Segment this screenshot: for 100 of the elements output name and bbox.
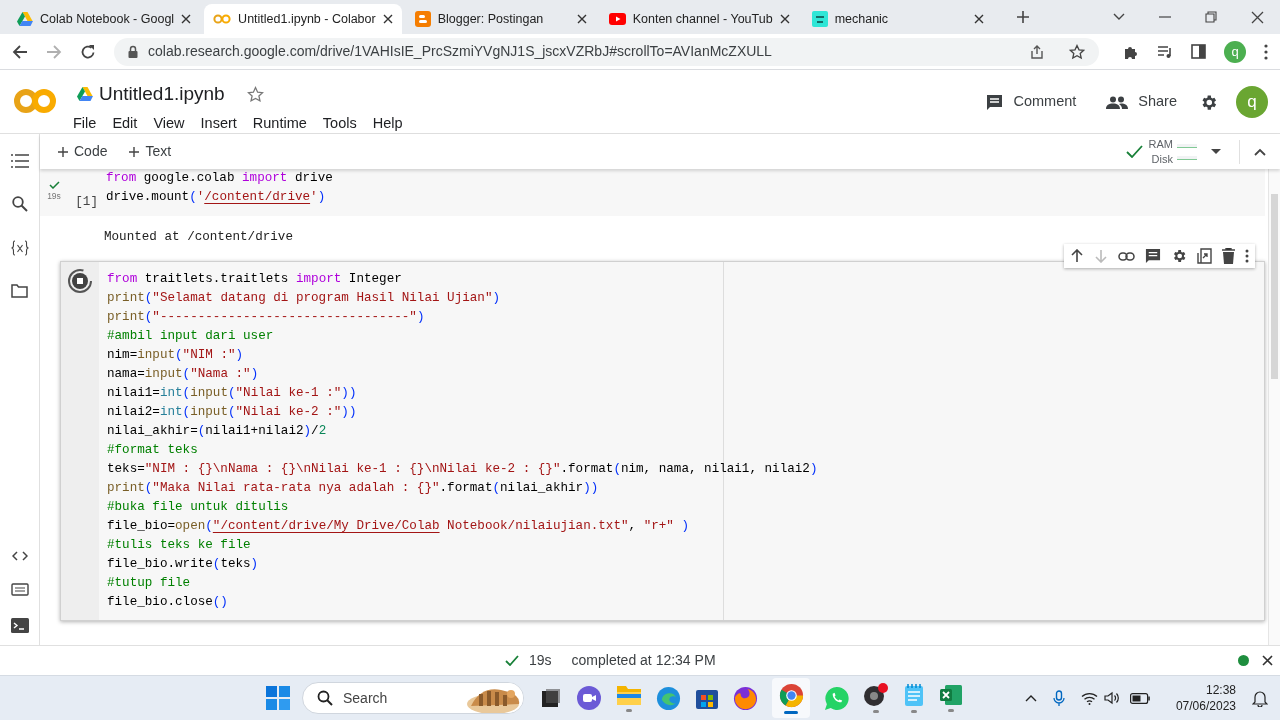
address-bar[interactable]: colab.research.google.com/drive/1VAHIsIE_PrcSzmiYVgNJ1S_jscxVZRbJ#scrollTo=AVIanMcZXULL: [114, 37, 1099, 66]
collapse-icon[interactable]: [1254, 147, 1266, 156]
resources-indicator[interactable]: RAM Disk: [1148, 136, 1197, 167]
video-icon: [608, 13, 626, 25]
comment-button[interactable]: Comment: [978, 87, 1085, 117]
menu-item[interactable]: Runtime: [250, 112, 309, 135]
more-icon[interactable]: [1264, 43, 1268, 60]
close-icon[interactable]: [382, 14, 393, 24]
command-palette-icon[interactable]: [10, 583, 29, 596]
browser-icon[interactable]: [733, 685, 758, 711]
close-icon[interactable]: [1262, 655, 1273, 666]
menu-item[interactable]: Tools: [320, 112, 359, 135]
browser-tab[interactable]: mechanic: [802, 4, 993, 34]
code-line: #tutup file: [107, 575, 191, 592]
blog-icon: [414, 11, 431, 27]
add-code-button[interactable]: Code: [50, 137, 116, 166]
people-icon: [1106, 95, 1129, 109]
search-field[interactable]: Search: [302, 682, 524, 714]
code-line: #format teks: [107, 442, 198, 459]
folder-icon[interactable]: [11, 284, 28, 298]
delete-icon[interactable]: [1222, 248, 1235, 264]
notebook-title[interactable]: Untitled1.ipynb: [99, 80, 225, 109]
microphone-icon[interactable]: [1052, 689, 1065, 707]
wifi-icon[interactable]: [1080, 691, 1098, 705]
close-icon[interactable]: [576, 14, 587, 24]
running-indicator: [873, 710, 879, 713]
comment-icon[interactable]: [1145, 248, 1161, 264]
running-indicator: [784, 710, 798, 714]
notepad-icon[interactable]: [903, 683, 925, 707]
media-icon[interactable]: [1157, 44, 1173, 59]
close-icon[interactable]: [181, 14, 192, 24]
star-icon[interactable]: [1069, 43, 1085, 60]
close-icon[interactable]: [973, 14, 984, 24]
recorder-icon[interactable]: [863, 683, 889, 707]
start-icon[interactable]: [266, 686, 290, 710]
restore-icon[interactable]: [1205, 11, 1217, 23]
menu-item[interactable]: View: [151, 112, 187, 135]
settings-icon[interactable]: [1171, 248, 1187, 264]
menu-item[interactable]: Edit: [110, 112, 140, 135]
star-icon[interactable]: [246, 85, 264, 103]
dropdown-icon[interactable]: [1211, 149, 1221, 154]
code-line: drive.mount('/content/drive'): [106, 189, 326, 206]
code-snippets-icon[interactable]: [11, 551, 28, 561]
code-line: file_bio=open("/content/drive/My Drive/Colab Notebook/nilaiujian.txt", "r+" ): [107, 518, 689, 535]
code-cell[interactable]: 19s [1] from google.colab import drive drive.mount('/content/drive'): [40, 169, 1265, 216]
share-icon[interactable]: [1029, 43, 1045, 60]
stop-button[interactable]: [68, 269, 92, 293]
running-indicator: [948, 709, 954, 712]
browser-tab[interactable]: Blogger: Postingan: [405, 4, 596, 34]
close-icon[interactable]: [779, 14, 790, 24]
video-chat-icon[interactable]: [576, 685, 602, 711]
spreadsheet-icon[interactable]: [939, 684, 963, 706]
code-line: #tulis teks ke file: [107, 537, 251, 554]
code-line: nim=input("NIM :"): [107, 347, 244, 364]
menu-item[interactable]: File: [71, 112, 99, 135]
link-icon[interactable]: [1118, 251, 1135, 261]
code-line: from google.colab import drive: [106, 170, 333, 187]
more-icon[interactable]: [1245, 249, 1249, 263]
back-icon[interactable]: [12, 43, 28, 60]
code-line: from traitlets.traitlets import Integer: [107, 271, 402, 288]
scrollbar[interactable]: [1268, 169, 1280, 645]
add-text-button[interactable]: Text: [121, 137, 180, 166]
table-of-contents-icon[interactable]: [10, 154, 29, 168]
running-indicator: [626, 709, 632, 712]
search-icon[interactable]: [11, 196, 28, 212]
tab-search-icon[interactable]: [1113, 13, 1125, 21]
browser-tab[interactable]: Konten channel - YouTub: [599, 4, 799, 34]
ram-meter: [1177, 143, 1197, 148]
browser-tab[interactable]: Colab Notebook - Googl: [8, 4, 201, 34]
browser-tab[interactable]: Untitled1.ipynb - Colabor: [204, 4, 402, 34]
drive-icon[interactable]: [77, 87, 93, 102]
chevron-up-icon[interactable]: [1024, 694, 1037, 702]
colab-icon: [213, 14, 232, 24]
notification-bell-icon[interactable]: [1252, 689, 1268, 707]
menu-item[interactable]: Help: [370, 112, 405, 135]
variables-icon[interactable]: [9, 240, 30, 256]
clock-time[interactable]: 12:38: [1205, 682, 1236, 698]
terminal-icon[interactable]: [10, 618, 29, 633]
code-cell[interactable]: [60, 261, 1265, 621]
battery-icon[interactable]: [1129, 692, 1150, 704]
sidebar-icon[interactable]: [1191, 44, 1206, 59]
close-icon[interactable]: [1251, 10, 1264, 24]
task-view-icon[interactable]: [540, 687, 562, 709]
clock-date[interactable]: 07/06/2023: [1175, 698, 1236, 714]
check-icon: [48, 181, 60, 189]
share-button[interactable]: Share: [1098, 87, 1185, 117]
menu-item[interactable]: Insert: [198, 112, 239, 135]
new-tab-icon[interactable]: [1014, 9, 1031, 25]
reload-icon[interactable]: [80, 43, 96, 60]
running-indicator: [911, 710, 917, 713]
code-line: print("Selamat datang di program Hasil Nilai Ujian"): [107, 290, 500, 307]
cell-output: Mounted at /content/drive: [104, 230, 293, 244]
check-icon: [1125, 145, 1143, 158]
speaker-icon[interactable]: [1103, 691, 1120, 705]
browser-icon[interactable]: [656, 685, 681, 711]
site-icon: [811, 11, 828, 27]
mirror-cell-icon[interactable]: [1197, 248, 1212, 264]
taskbar-button[interactable]: [772, 678, 810, 718]
execution-count: [1]: [75, 195, 98, 209]
move-up-icon[interactable]: [1070, 249, 1084, 263]
